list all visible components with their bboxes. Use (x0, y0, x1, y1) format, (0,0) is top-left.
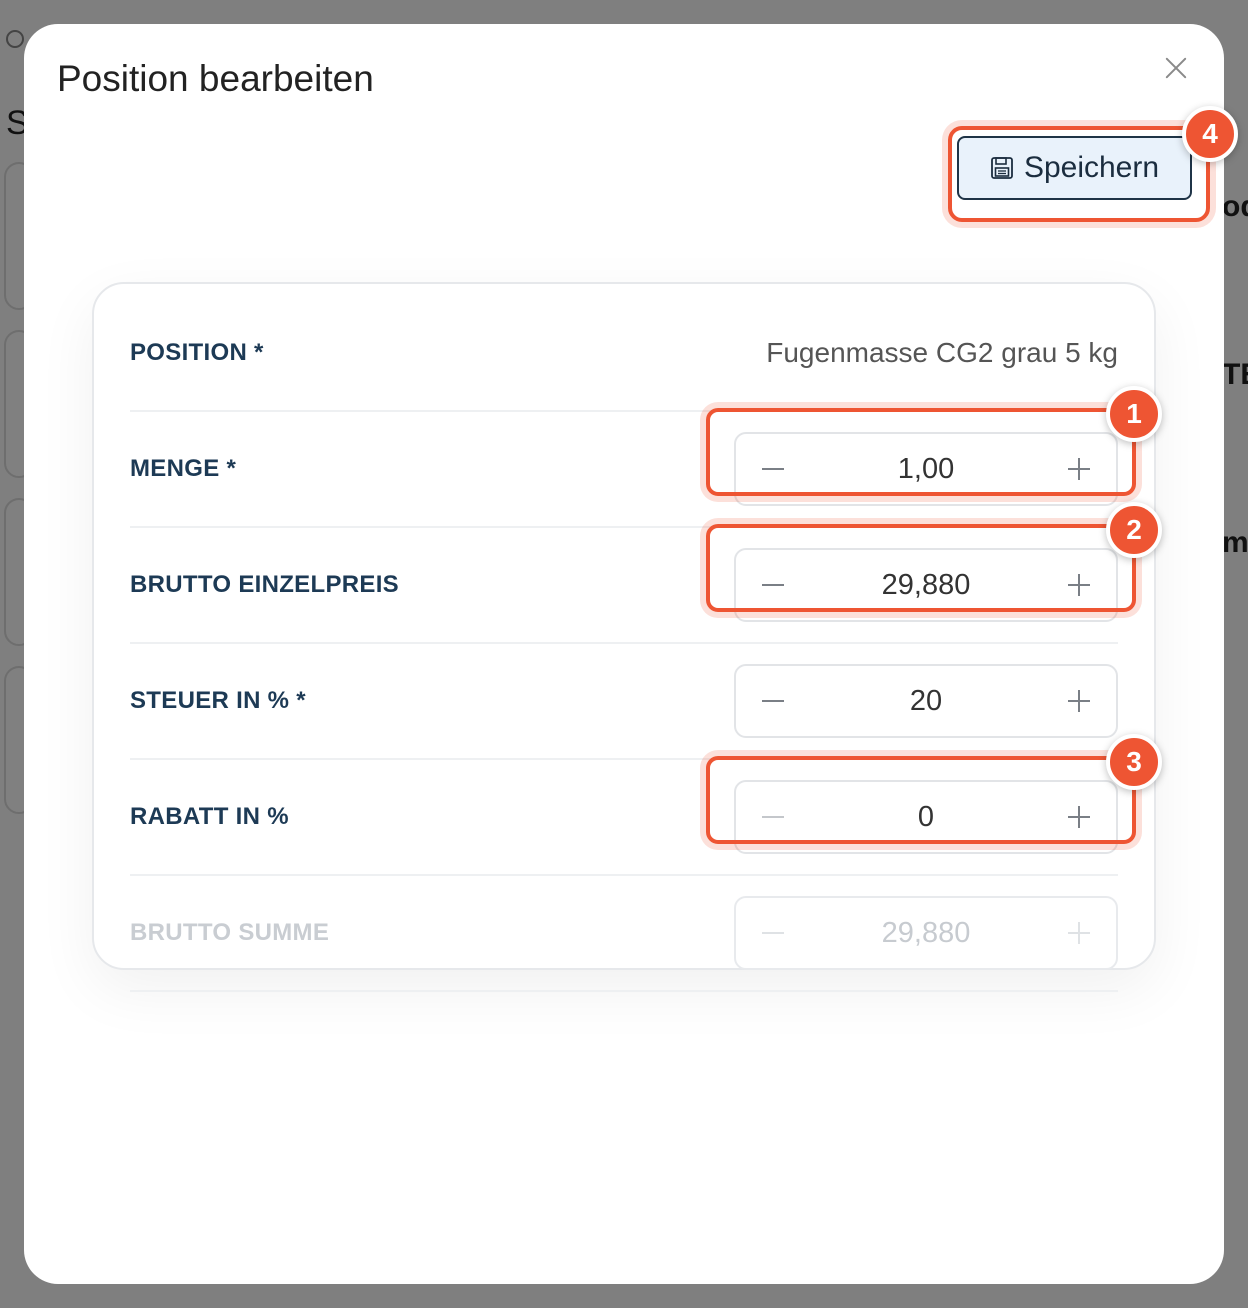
modal-title: Position bearbeiten (57, 58, 374, 99)
highlight-menge (706, 408, 1136, 496)
steuer-label: STEUER IN % * (130, 687, 306, 714)
annotation-badge-1: 1 (1106, 386, 1162, 442)
save-button[interactable]: Speichern (957, 136, 1192, 200)
brutto-summe-label: BRUTTO SUMME (130, 919, 330, 946)
steuer-input[interactable]: 20 (806, 666, 1046, 736)
annotation-badge-3: 3 (1106, 734, 1162, 790)
annotation-badge-2: 2 (1106, 502, 1162, 558)
brutto-summe-decrement-button (738, 898, 808, 968)
save-button-label: Speichern (1023, 151, 1160, 184)
brutto-summe-increment-button (1044, 898, 1114, 968)
position-form-card: POSITION * Fugenmasse CG2 grau 5 kg MENG… (92, 282, 1156, 992)
steuer-stepper: 20 (734, 664, 1118, 738)
highlight-brutto-einzelpreis (706, 524, 1136, 612)
background-fragment: TE (1222, 358, 1248, 391)
form-row-steuer: STEUER IN % * 20 (130, 644, 1118, 760)
position-value: Fugenmasse CG2 grau 5 kg (766, 337, 1118, 368)
minus-icon (762, 700, 784, 702)
edit-position-modal: Position bearbeiten Speichern 4 POSITION… (24, 24, 1238, 1284)
plus-icon-vertical (1078, 690, 1080, 712)
background-fragment: ma (1222, 526, 1248, 559)
close-icon[interactable] (1162, 54, 1190, 82)
steuer-decrement-button[interactable] (738, 666, 808, 736)
search-icon (6, 30, 24, 48)
menge-label: MENGE * (130, 455, 237, 482)
form-row-brutto-summe: BRUTTO SUMME 29,880 (130, 876, 1118, 992)
highlight-rabatt (706, 756, 1136, 844)
plus-icon-vertical (1078, 922, 1080, 944)
steuer-increment-button[interactable] (1044, 666, 1114, 736)
background-fragment: od (1222, 190, 1248, 223)
brutto-summe-stepper: 29,880 (734, 896, 1118, 970)
floppy-disk-icon (991, 157, 1013, 179)
brutto-einzelpreis-label: BRUTTO EINZELPREIS (130, 571, 399, 598)
position-label: POSITION * (130, 339, 264, 366)
minus-icon (762, 932, 784, 934)
rabatt-label: RABATT IN % (130, 803, 289, 830)
annotation-badge-4: 4 (1182, 106, 1238, 162)
brutto-summe-value: 29,880 (881, 916, 971, 949)
form-row-position: POSITION * Fugenmasse CG2 grau 5 kg (130, 296, 1118, 412)
